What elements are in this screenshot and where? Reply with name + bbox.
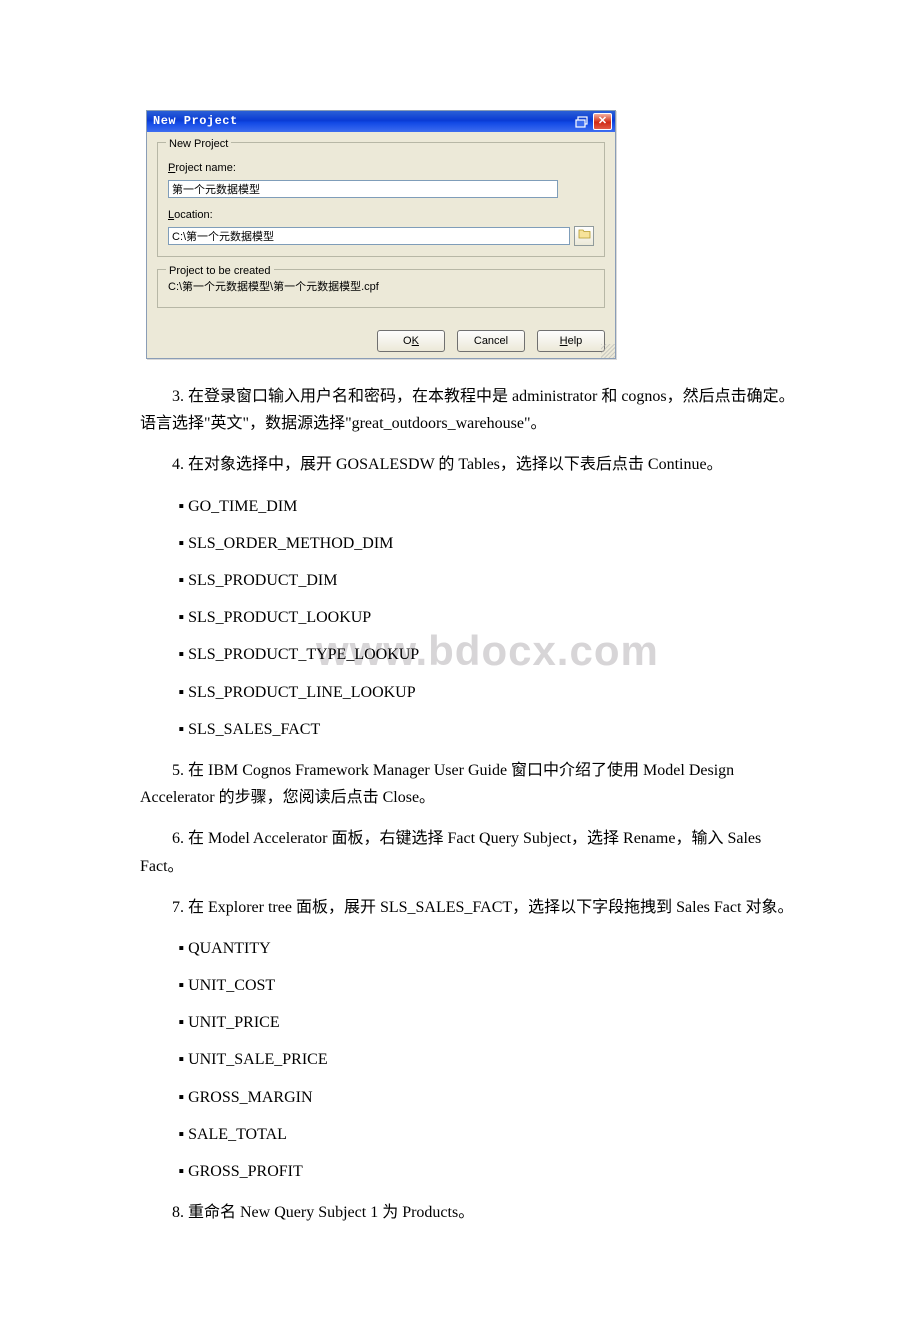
group-to-be-created: Project to be created C:\第一个元数据模型\第一个元数据… [157, 269, 605, 308]
new-project-dialog: New Project ✕ New Project Project name: [146, 110, 616, 359]
list-item: UNIT_SALE_PRICE [178, 1046, 800, 1073]
paragraph-4: 4. 在对象选择中，展开 GOSALESDW 的 Tables，选择以下表后点击… [140, 451, 800, 478]
list-item: SLS_ORDER_METHOD_DIM [178, 530, 800, 557]
list-item: SLS_SALES_FACT [178, 716, 800, 743]
cancel-button[interactable]: Cancel [457, 330, 525, 352]
list-item: SLS_PRODUCT_DIM [178, 567, 800, 594]
list-item: GROSS_MARGIN [178, 1084, 800, 1111]
titlebar-buttons: ✕ [572, 113, 612, 130]
paragraph-5: 5. 在 IBM Cognos Framework Manager User G… [140, 757, 800, 811]
page-content: New Project ✕ New Project Project name: [0, 0, 920, 1280]
list-item: SLS_PRODUCT_LINE_LOOKUP [178, 679, 800, 706]
fields-list: QUANTITY UNIT_COST UNIT_PRICE UNIT_SALE_… [178, 935, 800, 1185]
project-name-row: Project name: [168, 159, 594, 198]
list-item: UNIT_COST [178, 972, 800, 999]
paragraph-6: 6. 在 Model Accelerator 面板，右键选择 Fact Quer… [140, 825, 800, 879]
paragraph-8: 8. 重命名 New Query Subject 1 为 Products。 [140, 1199, 800, 1226]
resize-grip-icon[interactable] [601, 344, 615, 358]
restore-icon[interactable] [572, 113, 591, 130]
tables-list: GO_TIME_DIM SLS_ORDER_METHOD_DIM SLS_PRO… [178, 493, 800, 743]
group-new-project: New Project Project name: Location: [157, 142, 605, 257]
dialog-buttons: OK Cancel Help [147, 326, 615, 358]
list-item: SLS_PRODUCT_LOOKUP [178, 604, 800, 631]
help-button[interactable]: Help [537, 330, 605, 352]
paragraph-7: 7. 在 Explorer tree 面板，展开 SLS_SALES_FACT，… [140, 894, 800, 921]
ok-button[interactable]: OK [377, 330, 445, 352]
dialog-title: New Project [153, 111, 572, 131]
project-name-label: Project name: [168, 159, 594, 178]
list-item: UNIT_PRICE [178, 1009, 800, 1036]
project-name-input[interactable] [168, 180, 558, 198]
location-row: Location: [168, 206, 594, 247]
dialog-titlebar[interactable]: New Project ✕ [147, 111, 615, 132]
location-input[interactable] [168, 227, 570, 245]
folder-icon [578, 227, 591, 246]
group-legend: New Project [166, 135, 231, 154]
list-item: SLS_PRODUCT_TYPE_LOOKUP [178, 641, 800, 668]
paragraph-3: 3. 在登录窗口输入用户名和密码，在本教程中是 administrator 和 … [140, 383, 800, 437]
list-item: GO_TIME_DIM [178, 493, 800, 520]
browse-button[interactable] [574, 226, 594, 246]
dialog-body: New Project Project name: Location: [147, 132, 615, 326]
close-icon[interactable]: ✕ [593, 113, 612, 130]
group-legend-2: Project to be created [166, 262, 274, 281]
project-path-text: C:\第一个元数据模型\第一个元数据模型.cpf [168, 278, 594, 297]
list-item: SALE_TOTAL [178, 1121, 800, 1148]
list-item: GROSS_PROFIT [178, 1158, 800, 1185]
list-item: QUANTITY [178, 935, 800, 962]
location-label: Location: [168, 206, 594, 225]
